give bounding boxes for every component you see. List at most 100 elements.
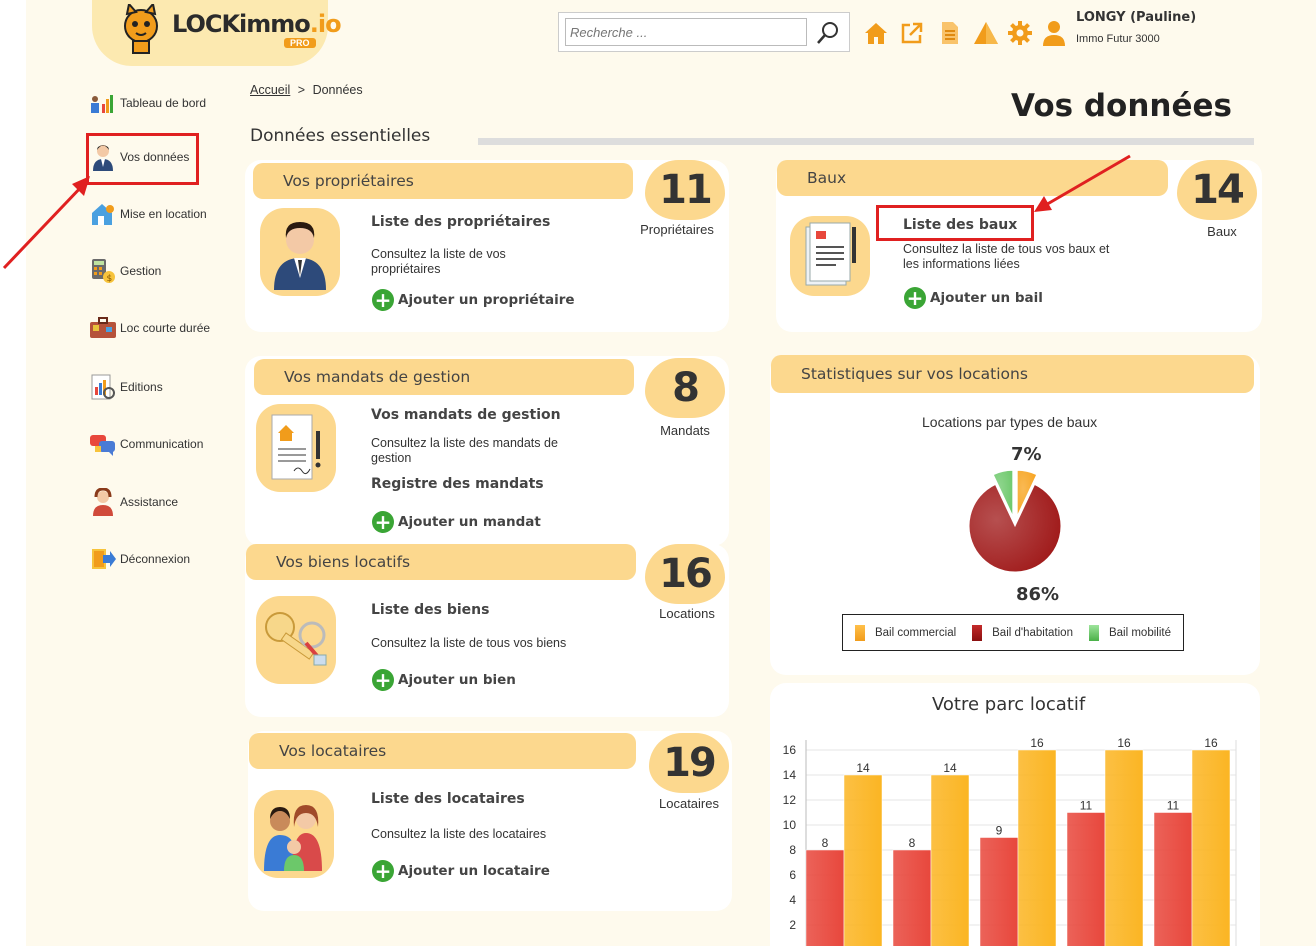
mandats-count: 8 — [645, 358, 725, 418]
proprietaires-count: 11 — [645, 160, 725, 220]
alerts-button[interactable] — [972, 18, 1000, 48]
user-icon — [1043, 21, 1065, 46]
user-profile-button[interactable] — [1040, 18, 1068, 48]
sidebar-item-label: Tableau de bord — [120, 96, 207, 110]
card-biens-header: Vos biens locatifs — [246, 544, 636, 580]
search-bar — [558, 12, 850, 52]
suitcase-icon — [88, 314, 118, 342]
home-button[interactable] — [862, 18, 890, 48]
bar-chart-title: Votre parc locatif — [932, 694, 1086, 715]
settings-gear-icon — [1008, 21, 1032, 45]
pie-label-large: 86% — [1016, 584, 1060, 605]
annotation-arrow — [2, 176, 90, 270]
page-title: Vos données — [1011, 88, 1232, 124]
proprietaires-count-label: Propriétaires — [640, 222, 714, 237]
y-tick-label: 8 — [789, 843, 796, 857]
sidebar-item-tableau-de-bord[interactable]: Tableau de bord — [88, 88, 218, 118]
y-tick-label: 12 — [783, 793, 797, 807]
bar-data-label: 8 — [822, 836, 829, 850]
sidebar-item-deconnexion[interactable]: Déconnexion — [88, 544, 218, 574]
sidebar-item-communication[interactable]: Communication — [88, 429, 218, 459]
locataires-list-link[interactable]: Liste des locataires — [371, 791, 525, 807]
chat-bubbles-icon — [88, 430, 118, 458]
tiger-mascot-icon[interactable] — [114, 4, 168, 54]
owner-illustration-icon — [260, 208, 340, 296]
proprietaires-list-link[interactable]: Liste des propriétaires — [371, 214, 550, 230]
family-illustration-icon — [254, 790, 334, 878]
settings-button[interactable] — [1006, 18, 1034, 48]
y-tick-label: 14 — [783, 768, 797, 782]
add-bien-label: Ajouter un bien — [398, 672, 516, 688]
sidebar-item-editions[interactable]: Editions — [88, 372, 218, 402]
add-bien-button[interactable]: + Ajouter un bien — [372, 669, 516, 691]
legend-label: Bail mobilité — [1108, 626, 1171, 639]
sidebar-item-loc-courte-duree[interactable]: Loc courte durée — [88, 313, 218, 343]
svg-text:$: $ — [107, 274, 113, 284]
bar-series1-2 — [892, 849, 932, 946]
search-input[interactable] — [565, 18, 807, 46]
locataires-count-label: Locataires — [659, 796, 719, 811]
legend-label: Bail commercial — [874, 626, 957, 639]
bar-series1-5 — [1153, 812, 1193, 946]
pro-badge: PRO — [284, 38, 316, 48]
brand-logo-text[interactable]: LOCKimmo.io — [172, 10, 342, 38]
sidebar-item-label: Assistance — [120, 495, 179, 509]
plus-icon: + — [372, 511, 394, 533]
external-link-icon — [901, 22, 923, 44]
bar-data-label: 16 — [1204, 736, 1218, 750]
biens-list-link[interactable]: Liste des biens — [371, 602, 489, 618]
add-bail-button[interactable]: + Ajouter un bail — [904, 287, 1043, 309]
bar-series2-4 — [1104, 749, 1144, 946]
add-mandat-label: Ajouter un mandat — [398, 514, 541, 530]
sidebar-item-assistance[interactable]: Assistance — [88, 487, 218, 517]
legend-swatch — [1088, 624, 1099, 641]
add-locataire-label: Ajouter un locataire — [398, 863, 550, 879]
external-link-button[interactable] — [898, 18, 926, 48]
bar-series1-3 — [979, 837, 1019, 946]
document-icon — [942, 22, 958, 44]
legend-swatch — [854, 624, 865, 641]
baux-count-label: Baux — [1207, 224, 1237, 239]
bar-data-label: 9 — [996, 824, 1003, 838]
card-mandats-header: Vos mandats de gestion — [254, 359, 634, 395]
bar-series2-5 — [1191, 749, 1231, 946]
sidebar-item-label: Editions — [120, 380, 163, 394]
locataires-count: 19 — [649, 733, 729, 793]
y-tick-label: 10 — [783, 818, 797, 832]
add-locataire-button[interactable]: + Ajouter un locataire — [372, 860, 550, 882]
annotation-arrow — [1034, 154, 1131, 212]
logout-icon — [88, 545, 118, 573]
sidebar-item-mise-en-location[interactable]: Mise en location — [88, 199, 218, 229]
sidebar-item-label: Déconnexion — [120, 552, 191, 566]
y-tick-label: 6 — [789, 868, 796, 882]
bar-data-label: 14 — [856, 761, 870, 775]
biens-count: 16 — [645, 544, 725, 604]
bar-series1-1 — [805, 849, 845, 946]
annotation-highlight-box — [876, 205, 1034, 241]
bar-chart: 2 4 6 8 10 12 14 16 8 14 8 14 9 16 11 16 11 16 — [783, 736, 1237, 946]
bar-series2-3 — [1017, 749, 1057, 946]
baux-desc: Consultez la liste de tous vos baux et l… — [903, 242, 1110, 271]
registre-mandats-link[interactable]: Registre des mandats — [371, 476, 544, 492]
sidebar-item-label: Communication — [120, 437, 204, 451]
pie-chart — [968, 469, 1062, 573]
documents-button[interactable] — [936, 18, 964, 48]
add-proprietaire-button[interactable]: + Ajouter un propriétaire — [372, 289, 575, 311]
sidebar-item-gestion[interactable]: $ Gestion — [88, 256, 218, 286]
alert-icon — [974, 22, 998, 44]
keys-illustration-icon — [256, 596, 336, 684]
user-company: Immo Futur 3000 — [1076, 33, 1160, 45]
breadcrumb-separator: > — [297, 83, 306, 97]
add-mandat-button[interactable]: + Ajouter un mandat — [372, 511, 541, 533]
legend-item-mobilite: Bail mobilité — [1088, 624, 1171, 641]
add-bail-label: Ajouter un bail — [930, 290, 1043, 306]
mandats-count-label: Mandats — [660, 423, 710, 438]
search-button[interactable] — [813, 19, 843, 47]
mandats-list-link[interactable]: Vos mandats de gestion — [371, 407, 561, 423]
section-title: Données essentielles — [250, 126, 431, 146]
breadcrumb-home-link[interactable]: Accueil — [250, 83, 290, 97]
bar-series2-2 — [930, 774, 970, 946]
pie-label-small: 7% — [1011, 444, 1042, 465]
user-name[interactable]: LONGY (Pauline) — [1076, 10, 1196, 25]
headset-icon — [88, 488, 118, 516]
